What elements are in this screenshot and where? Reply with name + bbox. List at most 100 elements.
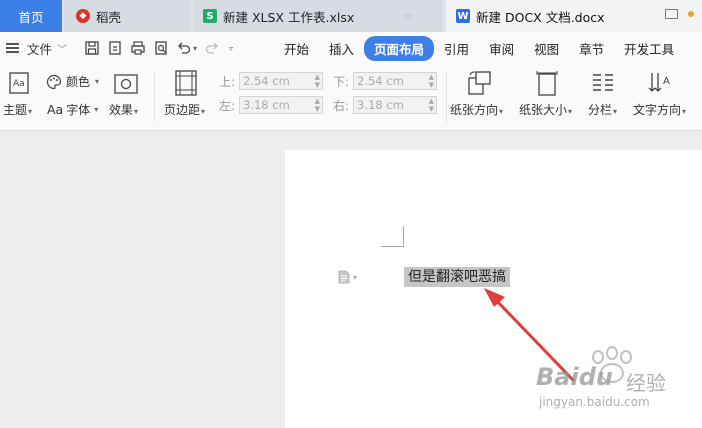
- theme-label: 主题: [3, 103, 28, 117]
- print-icon[interactable]: [130, 40, 146, 56]
- chevron-down-icon: ﹀: [57, 44, 68, 56]
- quick-access-toolbar: ▾ ▿: [84, 32, 233, 64]
- tab-references[interactable]: 引用: [434, 39, 479, 58]
- tab-xlsx[interactable]: S 新建 XLSX 工作表.xlsx ▭: [193, 0, 443, 32]
- file-menu[interactable]: 文件 ﹀: [6, 32, 67, 64]
- bottom-margin-input[interactable]: 2.54 cm ▲ ▼: [353, 72, 437, 90]
- tab-home[interactable]: 首页: [0, 0, 62, 32]
- chevron-down-icon: ▾: [95, 77, 100, 86]
- tab-home-label: 首页: [18, 9, 44, 25]
- columns-icon[interactable]: [591, 72, 615, 97]
- tab-start[interactable]: 开始: [274, 39, 319, 58]
- color-button[interactable]: 颜色 ▾: [46, 73, 99, 90]
- watermark-url: jingyan.baidu.com: [539, 395, 650, 409]
- unsaved-dot-icon: [688, 11, 694, 17]
- color-label: 颜色: [66, 75, 91, 89]
- spinner-icon[interactable]: ▲ ▼: [315, 97, 320, 113]
- top-margin-label: 上:: [219, 75, 236, 89]
- tab-docx-label: 新建 DOCX 文档.docx: [476, 9, 605, 25]
- tab-section[interactable]: 章节: [569, 39, 614, 58]
- font-prefix: Aa: [47, 102, 64, 117]
- left-margin-label: 左:: [219, 99, 236, 113]
- orientation-button[interactable]: 纸张方向▾: [450, 101, 503, 118]
- tab-docer-label: 稻壳: [96, 9, 122, 25]
- document-small-icon: [338, 270, 350, 284]
- font-button[interactable]: Aa 字体 ▾: [47, 101, 98, 118]
- chevron-down-icon: ▾: [499, 107, 504, 116]
- theme-icon[interactable]: Aa: [9, 72, 29, 97]
- columns-button[interactable]: 分栏▾: [588, 101, 617, 118]
- palette-icon: [46, 74, 62, 89]
- theme-button[interactable]: 主题▾: [3, 101, 32, 118]
- divider: [154, 72, 155, 122]
- save-icon[interactable]: [84, 40, 100, 56]
- bottom-margin-value: 2.54 cm: [357, 74, 404, 88]
- text-direction-label: 文字方向: [633, 103, 682, 117]
- tab-developer[interactable]: 开发工具: [614, 39, 684, 58]
- margins-label: 页边距: [164, 103, 201, 117]
- customize-toolbar-icon[interactable]: ▿: [229, 44, 233, 53]
- tab-xlsx-label: 新建 XLSX 工作表.xlsx: [223, 9, 355, 25]
- chevron-down-icon: ▾: [134, 107, 139, 116]
- monitor-icon[interactable]: [665, 9, 678, 19]
- left-margin-input[interactable]: 3.18 cm ▲ ▼: [239, 96, 323, 114]
- chevron-down-icon: ▾: [201, 107, 206, 116]
- svg-text:Aa: Aa: [13, 79, 25, 89]
- document-icon: W: [456, 9, 470, 23]
- right-margin-input[interactable]: 3.18 cm ▲ ▼: [353, 96, 437, 114]
- ribbon-tabs: 开始 插入 页面布局 引用 审阅 视图 章节 开发工具: [274, 32, 684, 64]
- right-margin-value: 3.18 cm: [357, 98, 404, 112]
- right-margin-label: 右:: [333, 99, 350, 113]
- tab-page-layout[interactable]: 页面布局: [364, 35, 435, 61]
- spinner-icon[interactable]: ▲ ▼: [429, 97, 434, 113]
- paper-size-button[interactable]: 纸张大小▾: [519, 101, 572, 118]
- tab-docx[interactable]: W 新建 DOCX 文档.docx: [446, 0, 702, 32]
- print-preview-icon[interactable]: [153, 40, 169, 56]
- top-margin-input[interactable]: 2.54 cm ▲ ▼: [239, 72, 323, 90]
- left-margin-value: 3.18 cm: [243, 98, 290, 112]
- tab-insert[interactable]: 插入: [319, 39, 364, 58]
- columns-label: 分栏: [588, 103, 613, 117]
- tab-bar: 首页 ◆ 稻壳 S 新建 XLSX 工作表.xlsx ▭ W 新建 DOCX 文…: [0, 0, 702, 32]
- svg-text:A: A: [663, 76, 670, 87]
- ribbon-panel: Aa 主题▾ 颜色 ▾ Aa 字体 ▾ 效果▾ 页边距▾ 上: 2.54 cm ▲ ▼…: [0, 64, 702, 131]
- tab-docer[interactable]: ◆ 稻壳: [64, 0, 190, 32]
- watermark-brand-cn: 经验: [626, 371, 666, 395]
- paragraph-handle[interactable]: ▾: [338, 270, 357, 284]
- docer-logo-icon: ◆: [76, 9, 90, 23]
- chevron-down-icon: ▾: [682, 107, 687, 116]
- file-menu-label: 文件: [27, 41, 53, 57]
- watermark-brand: Baidu: [536, 363, 613, 391]
- tab-review[interactable]: 审阅: [479, 39, 524, 58]
- chevron-down-icon: ▾: [28, 107, 33, 116]
- font-label: 字体: [66, 103, 91, 117]
- orientation-icon[interactable]: [466, 70, 492, 99]
- export-pdf-icon[interactable]: [107, 40, 123, 56]
- tab-xlsx-pin-icon[interactable]: ▭: [403, 9, 413, 22]
- undo-dropdown-icon[interactable]: ▾: [193, 44, 197, 53]
- text-direction-button[interactable]: 文字方向▾: [633, 101, 686, 118]
- spreadsheet-icon: S: [203, 9, 217, 23]
- spinner-icon[interactable]: ▲ ▼: [315, 73, 320, 89]
- selected-text[interactable]: 但是翻滚吧恶搞: [404, 267, 510, 287]
- tab-view[interactable]: 视图: [524, 39, 569, 58]
- hamburger-icon: [6, 43, 19, 53]
- redo-icon[interactable]: [204, 40, 220, 56]
- top-margin-value: 2.54 cm: [243, 74, 290, 88]
- undo-icon[interactable]: [176, 40, 192, 56]
- effect-icon[interactable]: [114, 74, 138, 97]
- spinner-icon[interactable]: ▲ ▼: [429, 73, 434, 89]
- chevron-down-icon: ▾: [353, 272, 358, 282]
- baidu-watermark: Baidu 经验 jingyan.baidu.com: [536, 346, 696, 413]
- divider: [446, 72, 447, 122]
- effect-label: 效果: [109, 103, 134, 117]
- margin-corner-mark: [381, 226, 404, 247]
- text-direction-icon[interactable]: A: [648, 71, 674, 98]
- chevron-down-icon: ▾: [568, 107, 573, 116]
- effect-button[interactable]: 效果▾: [109, 101, 138, 118]
- menu-bar: 文件 ﹀ ▾ ▿ 开始 插入 页面布局 引用 审阅 视图 章节 开发工具: [0, 32, 702, 64]
- margins-icon[interactable]: [175, 70, 197, 99]
- paper-size-icon[interactable]: [535, 70, 559, 99]
- paper-size-label: 纸张大小: [519, 103, 568, 117]
- margins-button[interactable]: 页边距▾: [164, 101, 205, 118]
